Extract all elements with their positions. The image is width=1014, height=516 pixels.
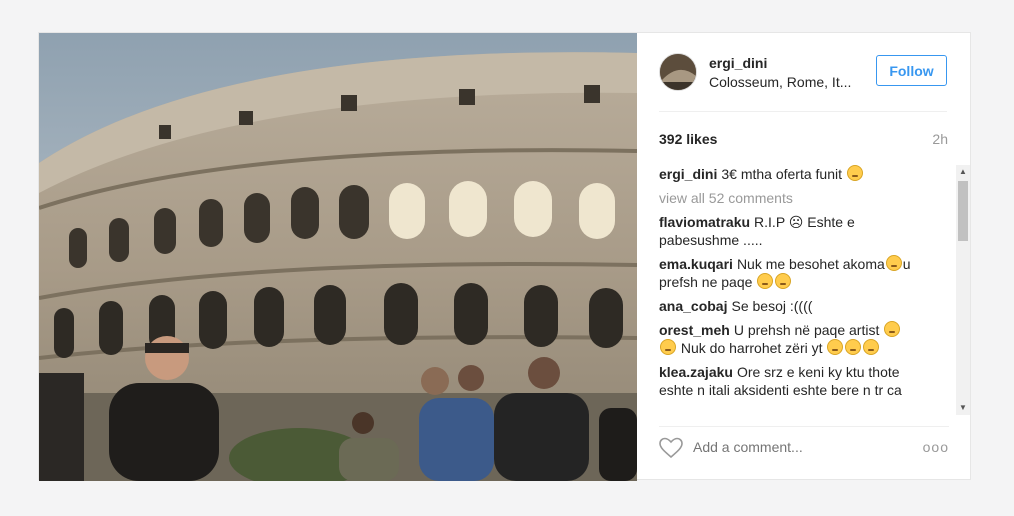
sad-emoji-icon xyxy=(863,339,880,355)
comment-text: Nuk me besohet akoma xyxy=(736,256,885,272)
caption: ergi_dini 3€ mtha oferta funit xyxy=(659,165,919,183)
comment-author[interactable]: ana_cobaj xyxy=(659,298,727,314)
comment-author[interactable]: orest_meh xyxy=(659,322,730,338)
post-header: ergi_dini Colosseum, Rome, It... Follow xyxy=(659,53,947,112)
location[interactable]: Colosseum, Rome, It... xyxy=(709,74,851,90)
sad-emoji-icon xyxy=(845,339,862,355)
crying-emoji-icon xyxy=(757,273,774,289)
list-item: ana_cobaj Se besoj :(((( xyxy=(659,297,919,315)
comment-author[interactable]: flaviomatraku xyxy=(659,214,750,230)
comment-text: Se besoj :(((( xyxy=(731,298,813,314)
laughing-emoji-icon xyxy=(846,165,863,181)
crying-emoji-icon xyxy=(885,255,902,271)
avatar[interactable] xyxy=(659,53,697,91)
heart-icon[interactable] xyxy=(659,437,683,459)
comments-scrollbar[interactable]: ▲ ▼ xyxy=(956,165,970,415)
list-item: flaviomatraku R.I.P ☹ Eshte e pabesushme … xyxy=(659,213,919,249)
comment-text: U prehsh në paqe artist xyxy=(733,322,880,338)
post-details-panel: ergi_dini Colosseum, Rome, It... Follow … xyxy=(637,33,972,481)
username[interactable]: ergi_dini xyxy=(709,55,767,71)
scroll-up-arrow-icon[interactable]: ▲ xyxy=(956,165,970,179)
comment-author[interactable]: ema.kuqari xyxy=(659,256,733,272)
post-time[interactable]: 2h xyxy=(932,131,948,147)
scroll-thumb[interactable] xyxy=(958,181,968,241)
view-all-comments-link[interactable]: view all 52 comments xyxy=(659,189,951,207)
comment-text: Nuk do harrohet zëri yt xyxy=(680,340,823,356)
colosseum-image xyxy=(39,33,637,481)
likes-count[interactable]: 392 likes xyxy=(659,131,717,147)
scroll-down-arrow-icon[interactable]: ▼ xyxy=(956,401,970,415)
crying-emoji-icon xyxy=(775,273,792,289)
comment-author[interactable]: klea.zajaku xyxy=(659,364,733,380)
post-photo[interactable] xyxy=(39,33,637,481)
sad-emoji-icon xyxy=(884,321,901,337)
add-comment-input[interactable] xyxy=(693,439,893,455)
list-item: orest_meh U prehsh në paqe artist Nuk do … xyxy=(659,321,919,357)
more-options-icon[interactable]: ooo xyxy=(923,439,949,455)
sad-emoji-icon xyxy=(827,339,844,355)
comment-text: 3€ mtha oferta funit xyxy=(721,166,842,182)
sad-emoji-icon xyxy=(660,339,676,355)
comment-bar: ooo xyxy=(659,426,949,465)
list-item: ema.kuqari Nuk me besohet akoma u prefsh n… xyxy=(659,255,919,291)
follow-button[interactable]: Follow xyxy=(876,55,947,86)
instagram-post: ergi_dini Colosseum, Rome, It... Follow … xyxy=(38,32,972,481)
list-item: klea.zajaku Ore srz e keni ky ktu thote e… xyxy=(659,363,919,399)
comment-author[interactable]: ergi_dini xyxy=(659,166,717,182)
comments-list[interactable]: ergi_dini 3€ mtha oferta funit view all 5… xyxy=(659,165,951,415)
